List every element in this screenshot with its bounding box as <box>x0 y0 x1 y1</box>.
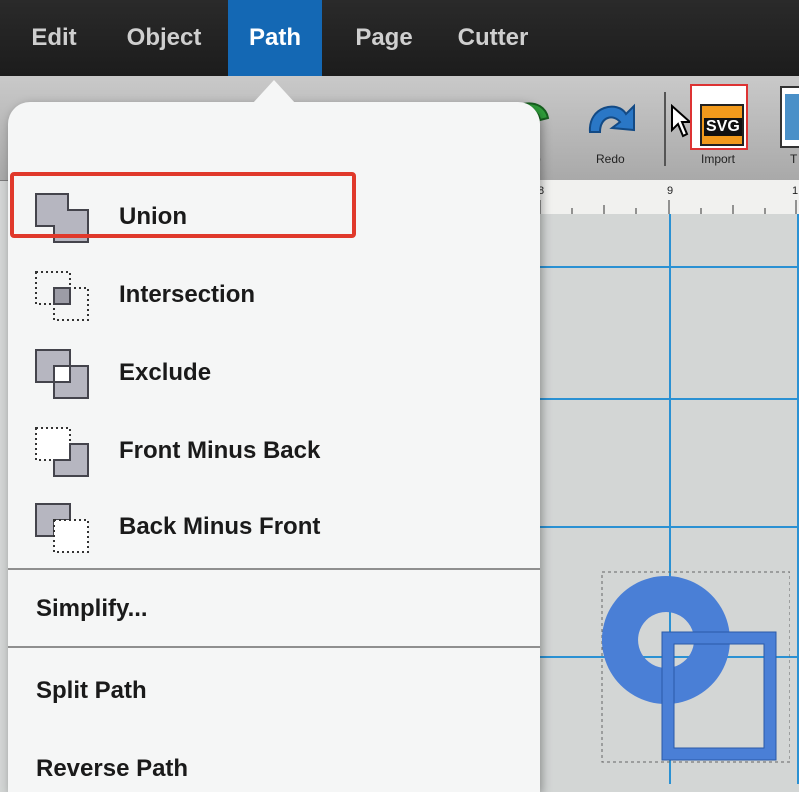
cursor-icon <box>671 104 692 138</box>
trace-icon[interactable] <box>780 86 799 148</box>
menu-item-split-path[interactable]: Split Path <box>8 656 540 726</box>
selected-shapes[interactable] <box>590 564 790 784</box>
redo-icon[interactable] <box>582 92 640 146</box>
menu-item-reverse-path[interactable]: Reverse Path <box>8 734 540 792</box>
trace-label: T <box>790 152 798 166</box>
menu-object[interactable]: Object <box>110 0 218 76</box>
toolbar-separator <box>664 92 666 166</box>
menu-popover-arrow <box>252 80 296 104</box>
import-label: Import <box>701 152 736 166</box>
menu-item-simplify[interactable]: Simplify... <box>8 574 540 644</box>
union-highlight-box <box>10 172 356 238</box>
grid-line <box>530 526 799 528</box>
menu-divider <box>8 646 540 648</box>
menubar: Edit Object Path Page Cutter <box>0 0 799 76</box>
back-minus-front-icon <box>35 503 89 553</box>
svg-badge: SVG <box>704 118 742 136</box>
design-canvas[interactable] <box>530 214 799 784</box>
menu-cutter[interactable]: Cutter <box>440 0 546 76</box>
menu-page[interactable]: Page <box>340 0 428 76</box>
menu-item-back-minus-front[interactable]: Back Minus Front <box>8 492 540 562</box>
grid-line <box>530 398 799 400</box>
exclude-icon <box>35 349 89 399</box>
menu-path[interactable]: Path <box>228 0 322 76</box>
front-minus-back-icon <box>35 427 89 477</box>
intersection-icon <box>35 271 89 321</box>
import-svg-icon[interactable]: SVG <box>690 84 748 150</box>
menu-edit[interactable]: Edit <box>14 0 94 76</box>
menu-divider <box>8 568 540 570</box>
menu-item-exclude[interactable]: Exclude <box>8 338 540 408</box>
menu-item-front-minus-back[interactable]: Front Minus Back <box>8 416 540 486</box>
ruler-ticks <box>539 200 797 214</box>
ruler: 8 9 1 <box>530 180 799 215</box>
grid-line <box>530 266 799 268</box>
menu-item-intersection[interactable]: Intersection <box>8 260 540 330</box>
redo-label: Redo <box>596 152 625 166</box>
